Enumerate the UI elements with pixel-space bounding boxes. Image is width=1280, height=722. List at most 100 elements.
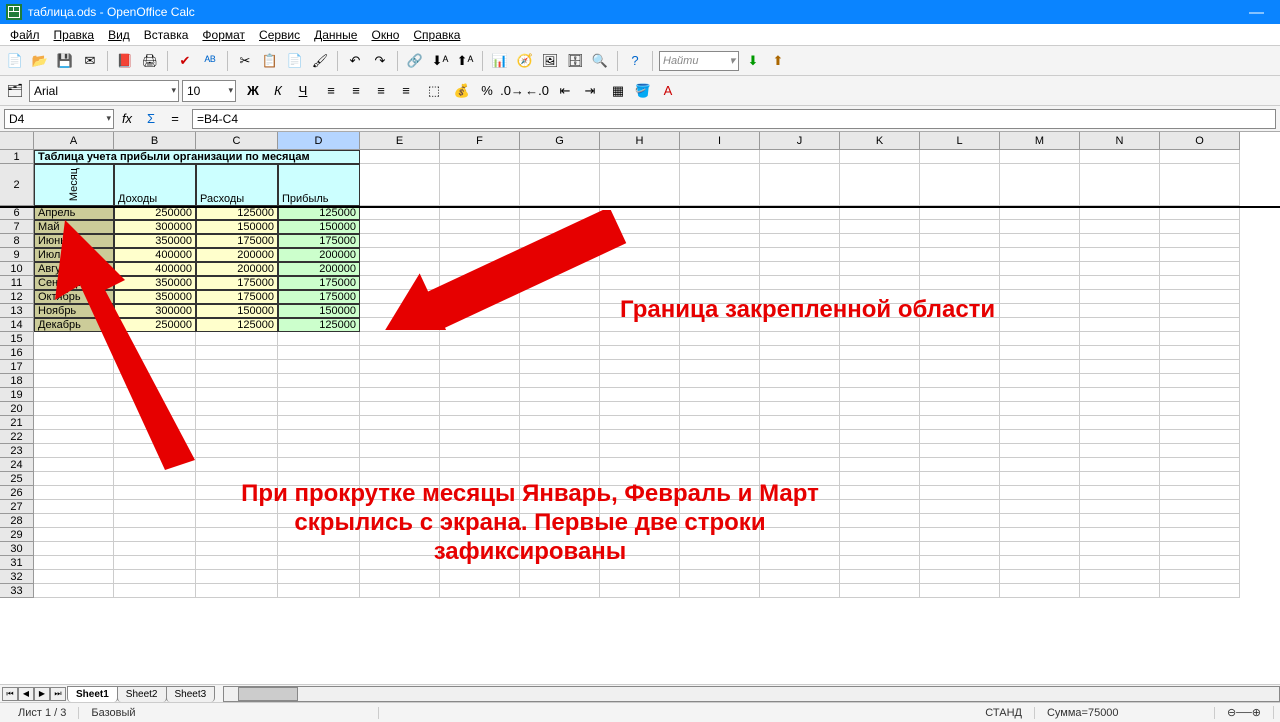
cell[interactable]: [34, 570, 114, 584]
cell[interactable]: [34, 584, 114, 598]
cell[interactable]: [278, 584, 360, 598]
cell[interactable]: [520, 388, 600, 402]
column-header[interactable]: G: [520, 132, 600, 150]
cell[interactable]: [680, 164, 760, 206]
cell[interactable]: [760, 234, 840, 248]
cell[interactable]: [440, 444, 520, 458]
menu-help[interactable]: Справка: [407, 26, 466, 44]
cell[interactable]: [1160, 360, 1240, 374]
cell[interactable]: [920, 234, 1000, 248]
cell[interactable]: [520, 332, 600, 346]
cell[interactable]: [920, 304, 1000, 318]
row-header[interactable]: 19: [0, 388, 34, 402]
sort-desc-icon[interactable]: ⬆ᴬ: [454, 50, 476, 72]
cell[interactable]: [680, 332, 760, 346]
row-header[interactable]: 31: [0, 556, 34, 570]
cell[interactable]: [278, 514, 360, 528]
cell[interactable]: [680, 150, 760, 164]
column-header[interactable]: B: [114, 132, 196, 150]
cell[interactable]: [1160, 486, 1240, 500]
cell[interactable]: [1000, 486, 1080, 500]
cell[interactable]: [920, 514, 1000, 528]
cell[interactable]: [760, 430, 840, 444]
cell[interactable]: [920, 360, 1000, 374]
cell[interactable]: [840, 584, 920, 598]
cell[interactable]: [440, 360, 520, 374]
cell[interactable]: [1160, 206, 1240, 220]
cell[interactable]: [920, 430, 1000, 444]
cell[interactable]: [1080, 458, 1160, 472]
cell[interactable]: [1000, 360, 1080, 374]
minimize-button[interactable]: —: [1249, 4, 1264, 21]
row-header[interactable]: 21: [0, 416, 34, 430]
sum-icon[interactable]: Σ: [140, 108, 162, 130]
formula-input[interactable]: =B4-C4: [192, 109, 1276, 129]
cell[interactable]: [760, 360, 840, 374]
cell[interactable]: [920, 416, 1000, 430]
italic-icon[interactable]: К: [267, 80, 289, 102]
cell[interactable]: [840, 206, 920, 220]
cell[interactable]: [840, 416, 920, 430]
cell[interactable]: [1080, 500, 1160, 514]
row-header[interactable]: 18: [0, 374, 34, 388]
cell[interactable]: Расходы: [196, 164, 278, 206]
cell[interactable]: [520, 514, 600, 528]
cell[interactable]: [440, 402, 520, 416]
cell[interactable]: [840, 360, 920, 374]
styles-icon[interactable]: 🗂: [4, 80, 26, 102]
cell[interactable]: [278, 472, 360, 486]
cell[interactable]: [278, 374, 360, 388]
open-icon[interactable]: 📂: [29, 50, 51, 72]
cell[interactable]: [1000, 332, 1080, 346]
cell[interactable]: [1160, 234, 1240, 248]
cell[interactable]: [600, 388, 680, 402]
cell[interactable]: [600, 528, 680, 542]
cell[interactable]: [1000, 318, 1080, 332]
menu-file[interactable]: Файл: [4, 26, 46, 44]
row-header[interactable]: 27: [0, 500, 34, 514]
save-icon[interactable]: 💾: [54, 50, 76, 72]
cell[interactable]: [760, 388, 840, 402]
cell[interactable]: [760, 458, 840, 472]
cell[interactable]: [360, 360, 440, 374]
cell[interactable]: [680, 206, 760, 220]
cell[interactable]: [600, 402, 680, 416]
column-header[interactable]: E: [360, 132, 440, 150]
cell[interactable]: [760, 542, 840, 556]
cell[interactable]: [196, 542, 278, 556]
cell[interactable]: [196, 556, 278, 570]
cell[interactable]: [1000, 220, 1080, 234]
cell[interactable]: [760, 262, 840, 276]
select-all-corner[interactable]: [0, 132, 34, 150]
cell[interactable]: [1000, 304, 1080, 318]
cell[interactable]: [840, 402, 920, 416]
borders-icon[interactable]: ▦: [607, 80, 629, 102]
cell[interactable]: [440, 528, 520, 542]
row-header[interactable]: 7: [0, 220, 34, 234]
row-header[interactable]: 9: [0, 248, 34, 262]
cell[interactable]: [680, 584, 760, 598]
tab-last-icon[interactable]: ⏭: [50, 687, 66, 701]
cell[interactable]: [760, 150, 840, 164]
cell[interactable]: [360, 472, 440, 486]
cell[interactable]: [440, 542, 520, 556]
column-header[interactable]: H: [600, 132, 680, 150]
cell[interactable]: [840, 234, 920, 248]
cell[interactable]: [840, 542, 920, 556]
cell[interactable]: [360, 388, 440, 402]
cell[interactable]: [1000, 472, 1080, 486]
cell[interactable]: [760, 500, 840, 514]
cell[interactable]: [760, 206, 840, 220]
cell[interactable]: [440, 458, 520, 472]
cell[interactable]: [1080, 290, 1160, 304]
cell[interactable]: [520, 164, 600, 206]
cell[interactable]: [920, 206, 1000, 220]
cell[interactable]: [1080, 430, 1160, 444]
cell[interactable]: [1080, 318, 1160, 332]
cell[interactable]: [360, 402, 440, 416]
cell[interactable]: [840, 388, 920, 402]
cell[interactable]: [600, 374, 680, 388]
cell[interactable]: [1080, 346, 1160, 360]
cell[interactable]: [920, 262, 1000, 276]
cell[interactable]: [114, 500, 196, 514]
